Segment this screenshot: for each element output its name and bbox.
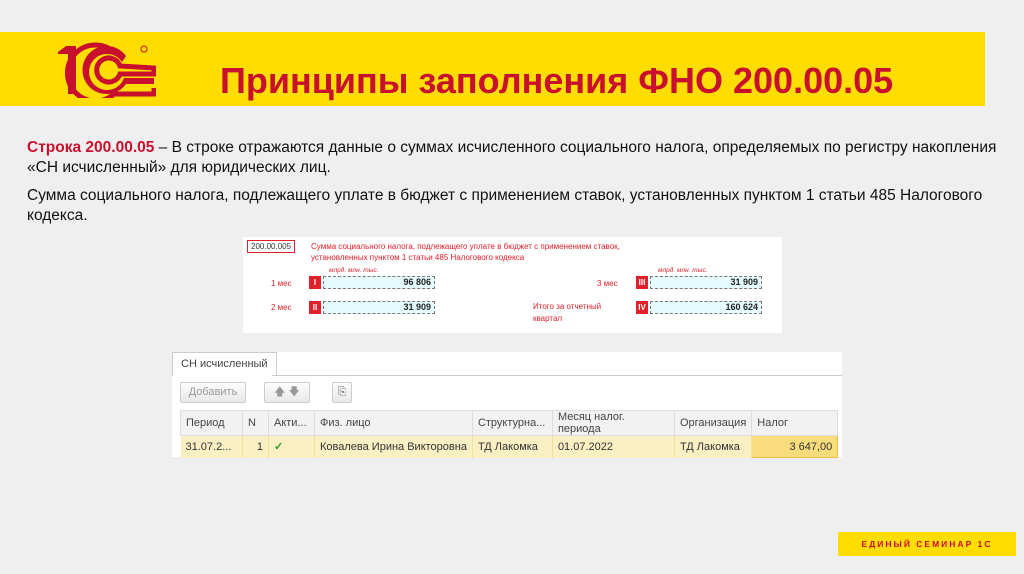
footer-badge: ЕДИНЫЙ СЕМИНАР 1С	[838, 532, 1016, 556]
cell-org[interactable]: ТД Лакомка	[674, 435, 753, 458]
month-label: 3 мес	[597, 279, 618, 288]
month-label: 1 мес	[271, 279, 292, 288]
col-org[interactable]: Организация	[673, 410, 753, 436]
month-label: 2 мес	[271, 303, 292, 312]
add-button[interactable]: Добавить	[180, 382, 246, 403]
units-label: млрд. млн. тыс.	[329, 267, 379, 274]
cell-n[interactable]: 1	[242, 435, 269, 458]
row-code: Строка 200.00.05	[27, 139, 155, 156]
total-label: Итого за отчетный квартал	[533, 302, 602, 323]
tax-form-excerpt: 200.00.005 Сумма социального налога, под…	[243, 237, 782, 333]
cell-period[interactable]: 31.07.2...	[180, 435, 243, 458]
description: – В строке отражаются данные о суммах ис…	[27, 139, 997, 176]
row-number: III	[636, 276, 648, 289]
register-panel: СН исчисленный Добавить 🡅 🡇 ⎘ Период N А…	[172, 352, 842, 458]
row-number: I	[309, 276, 321, 289]
move-buttons: 🡅 🡇	[264, 382, 310, 403]
1c-logo	[58, 42, 156, 98]
page-title: Принципы заполнения ФНО 200.00.05	[220, 60, 894, 101]
export-icon[interactable]: ⎘	[332, 382, 352, 403]
value-field: 96 806	[323, 276, 435, 289]
value-field: 160 624	[650, 301, 762, 314]
cell-month[interactable]: 01.07.2022	[552, 435, 675, 458]
form-code: 200.00.005	[247, 240, 296, 253]
value-field: 31 909	[323, 301, 435, 314]
row-number: IV	[636, 301, 648, 314]
cell-person[interactable]: Ковалева Ирина Викторовна	[314, 435, 473, 458]
table-header: Период N Акти... Физ. лицо Структурна...…	[180, 410, 839, 436]
arrow-up-icon[interactable]: 🡅	[274, 386, 285, 398]
intro-text: Строка 200.00.05 – В строке отражаются д…	[27, 138, 1002, 234]
table-row[interactable]: 31.07.2... 1 ✓ Ковалева Ирина Викторовна…	[180, 435, 839, 458]
col-month[interactable]: Месяц налог. периода	[551, 410, 675, 436]
col-active[interactable]: Акти...	[268, 410, 315, 436]
col-period[interactable]: Период	[180, 410, 243, 436]
tab-sn-calculated[interactable]: СН исчисленный	[172, 352, 277, 376]
arrow-down-icon[interactable]: 🡇	[289, 386, 300, 398]
value-field: 31 909	[650, 276, 762, 289]
col-unit[interactable]: Структурна...	[471, 410, 553, 436]
row-number: II	[309, 301, 321, 314]
col-tax[interactable]: Налог	[751, 410, 839, 436]
description-2: Сумма социального налога, подлежащего уп…	[27, 187, 983, 224]
form-heading: Сумма социального налога, подлежащего уп…	[311, 242, 620, 262]
units-label: млрд. млн. тыс.	[658, 267, 708, 274]
col-person[interactable]: Физ. лицо	[314, 410, 473, 436]
cell-unit[interactable]: ТД Лакомка	[472, 435, 553, 458]
records-table: Период N Акти... Физ. лицо Структурна...…	[180, 410, 839, 458]
col-n[interactable]: N	[242, 410, 269, 436]
cell-tax[interactable]: 3 647,00	[751, 435, 839, 458]
check-icon[interactable]: ✓	[268, 435, 315, 458]
